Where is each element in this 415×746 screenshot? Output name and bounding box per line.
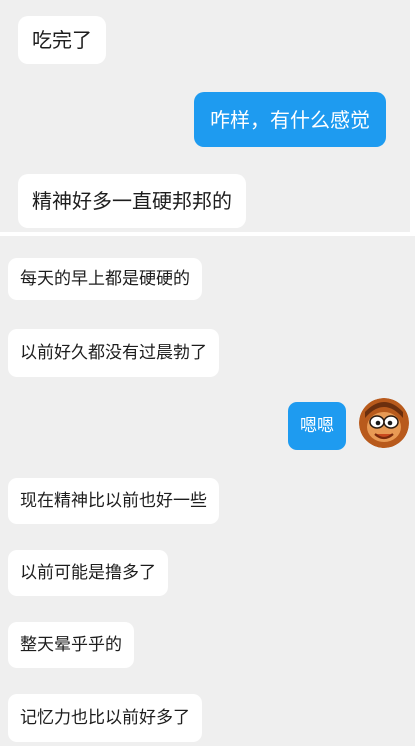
message-text: 以前可能是撸多了 <box>20 563 156 583</box>
message-bubble-incoming[interactable]: 精神好多一直硬邦邦的 <box>18 174 246 228</box>
lower-chat-screenshot: 每天的早上都是硬硬的 以前好久都没有过晨勃了 嗯嗯 现在精神比以前也好一些 以前… <box>0 236 415 746</box>
message-bubble-outgoing[interactable]: 嗯嗯 <box>288 402 346 450</box>
avatar-graphic <box>359 398 409 448</box>
message-text: 咋样，有什么感觉 <box>210 107 370 132</box>
message-text: 每天的早上都是硬硬的 <box>20 269 190 289</box>
message-text: 精神好多一直硬邦邦的 <box>32 189 232 213</box>
upper-chat-screenshot: 吃完了 咋样，有什么感觉 精神好多一直硬邦邦的 <box>0 0 410 232</box>
message-text: 嗯嗯 <box>300 416 334 436</box>
message-bubble-incoming[interactable]: 吃完了 <box>18 16 106 64</box>
message-text: 记忆力也比以前好多了 <box>20 708 190 728</box>
message-bubble-outgoing[interactable]: 咋样，有什么感觉 <box>194 92 386 147</box>
message-bubble-incoming[interactable]: 现在精神比以前也好一些 <box>8 478 219 524</box>
message-text: 现在精神比以前也好一些 <box>20 491 207 511</box>
message-text: 整天晕乎乎的 <box>20 635 122 655</box>
message-bubble-incoming[interactable]: 以前好久都没有过晨勃了 <box>8 329 219 377</box>
cartoon-face-avatar-icon[interactable] <box>359 398 409 448</box>
message-bubble-incoming[interactable]: 记忆力也比以前好多了 <box>8 694 202 742</box>
message-bubble-incoming[interactable]: 以前可能是撸多了 <box>8 550 168 596</box>
message-text: 以前好久都没有过晨勃了 <box>20 343 207 363</box>
message-bubble-incoming[interactable]: 整天晕乎乎的 <box>8 622 134 668</box>
message-bubble-incoming[interactable]: 每天的早上都是硬硬的 <box>8 258 202 300</box>
message-text: 吃完了 <box>32 28 92 52</box>
